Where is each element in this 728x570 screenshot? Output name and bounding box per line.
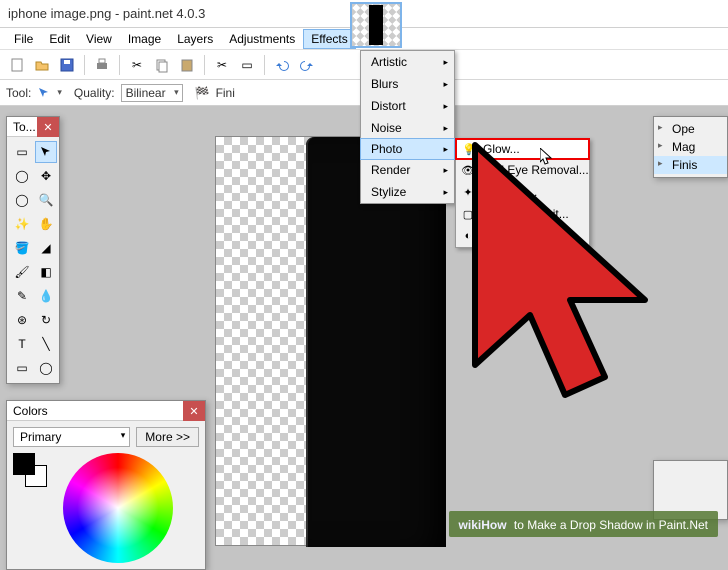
effects-item-noise[interactable]: Noise▸ xyxy=(361,117,454,139)
menu-edit[interactable]: Edit xyxy=(41,29,78,49)
colors-header: Colors xyxy=(7,401,205,421)
tool-lasso[interactable]: ◯ xyxy=(11,165,33,187)
flag-icon[interactable]: 🏁 xyxy=(195,86,210,100)
tool-brush[interactable]: 🖌 xyxy=(11,261,33,283)
effects-item-render[interactable]: Render▸ xyxy=(361,159,454,181)
cut-button[interactable]: ✂ xyxy=(126,54,148,76)
print-button[interactable] xyxy=(91,54,113,76)
tool-wand[interactable]: ✨ xyxy=(11,213,33,235)
submenu-sharpen[interactable]: ✦Sharpen... xyxy=(456,181,589,203)
submenu-redeye[interactable]: 👁Red Eye Removal... xyxy=(456,159,589,181)
eye-icon: 👁 xyxy=(461,164,475,177)
tool-move-selection[interactable]: ✥ xyxy=(35,165,57,187)
vignette-icon: ◐ xyxy=(461,230,475,242)
open-button[interactable] xyxy=(31,54,53,76)
tool-recolor[interactable]: ↻ xyxy=(35,309,57,331)
undo-button[interactable] xyxy=(271,54,293,76)
effects-dropdown: Artistic▸ Blurs▸ Distort▸ Noise▸ Photo▸ … xyxy=(360,50,455,204)
fini-label: Fini xyxy=(216,86,235,100)
deselect-button[interactable]: ▭ xyxy=(236,54,258,76)
tool-fill[interactable]: 🪣 xyxy=(11,237,33,259)
color-swatches[interactable] xyxy=(13,453,49,489)
paste-button[interactable] xyxy=(176,54,198,76)
menu-effects[interactable]: Effects xyxy=(303,29,355,49)
tools-panel[interactable]: To... ✕ ▭ ◯ ✥ ◯ 🔍 ✨ ✋ 🪣 ◢ 🖌 ◧ ✎ 💧 ⊛ ↻ T … xyxy=(6,116,60,384)
tool-picker[interactable]: 💧 xyxy=(35,285,57,307)
menu-layers[interactable]: Layers xyxy=(169,29,221,49)
bulb-icon: 💡 xyxy=(462,143,476,156)
history-item-open[interactable]: Ope xyxy=(654,120,727,138)
document-thumbnail[interactable] xyxy=(350,2,402,48)
effects-item-artistic[interactable]: Artistic▸ xyxy=(361,51,454,73)
window-title: iphone image.png - paint.net 4.0.3 xyxy=(8,6,205,21)
tool-label: Tool: xyxy=(6,86,31,100)
system-cursor-icon xyxy=(540,148,556,168)
colors-close[interactable]: ✕ xyxy=(183,401,205,421)
quality-label: Quality: xyxy=(74,86,115,100)
color-wheel[interactable] xyxy=(63,453,173,563)
more-button[interactable]: More >> xyxy=(136,427,199,447)
tool-line[interactable]: ╲ xyxy=(35,333,57,355)
tool-clone[interactable]: ⊛ xyxy=(11,309,33,331)
tool-rect-select[interactable]: ▭ xyxy=(11,141,33,163)
tool-eraser[interactable]: ◧ xyxy=(35,261,57,283)
submenu-vignette[interactable]: ◐Vignette... xyxy=(456,225,589,247)
tools-close[interactable]: ✕ xyxy=(37,117,59,137)
effects-item-photo[interactable]: Photo▸ xyxy=(360,138,455,160)
crop-button[interactable]: ✂ xyxy=(211,54,233,76)
submenu-soften[interactable]: ▢Soften Portrait... xyxy=(456,203,589,225)
portrait-icon: ▢ xyxy=(461,208,475,221)
history-item-mag[interactable]: Mag xyxy=(654,138,727,156)
tool-pencil[interactable]: ✎ xyxy=(11,285,33,307)
tool-selector[interactable] xyxy=(37,86,51,100)
color-mode-combo[interactable]: Primary xyxy=(13,427,130,447)
wikihow-text: to Make a Drop Shadow in Paint.Net xyxy=(511,518,708,532)
photo-submenu: 💡Glow... 👁Red Eye Removal... ✦Sharpen...… xyxy=(455,138,590,248)
menu-view[interactable]: View xyxy=(78,29,120,49)
wikihow-caption: wikiHow to Make a Drop Shadow in Paint.N… xyxy=(449,511,718,537)
tool-zoom[interactable]: 🔍 xyxy=(35,189,57,211)
primary-swatch[interactable] xyxy=(13,453,35,475)
save-button[interactable] xyxy=(56,54,78,76)
tool-shape[interactable]: ◯ xyxy=(35,357,57,379)
history-panel[interactable]: Ope Mag Finis xyxy=(653,116,728,178)
tool-rect[interactable]: ▭ xyxy=(11,357,33,379)
new-button[interactable] xyxy=(6,54,28,76)
tool-ellipse-select[interactable]: ◯ xyxy=(11,189,33,211)
sharpen-icon: ✦ xyxy=(461,186,475,199)
effects-item-stylize[interactable]: Stylize▸ xyxy=(361,181,454,203)
quality-combo[interactable]: Bilinear xyxy=(121,84,183,102)
redo-button[interactable] xyxy=(296,54,318,76)
submenu-glow[interactable]: 💡Glow... xyxy=(455,138,590,160)
menu-adjustments[interactable]: Adjustments xyxy=(221,29,303,49)
menu-image[interactable]: Image xyxy=(120,29,169,49)
copy-button[interactable] xyxy=(151,54,173,76)
tool-pan[interactable]: ✋ xyxy=(35,213,57,235)
history-item-finis[interactable]: Finis xyxy=(654,156,727,174)
effects-item-blurs[interactable]: Blurs▸ xyxy=(361,73,454,95)
tool-gradient[interactable]: ◢ xyxy=(35,237,57,259)
wikihow-brand: wikiHow xyxy=(459,518,507,532)
menu-file[interactable]: File xyxy=(6,29,41,49)
tool-text[interactable]: T xyxy=(11,333,33,355)
tool-move[interactable] xyxy=(35,141,57,163)
effects-item-distort[interactable]: Distort▸ xyxy=(361,95,454,117)
